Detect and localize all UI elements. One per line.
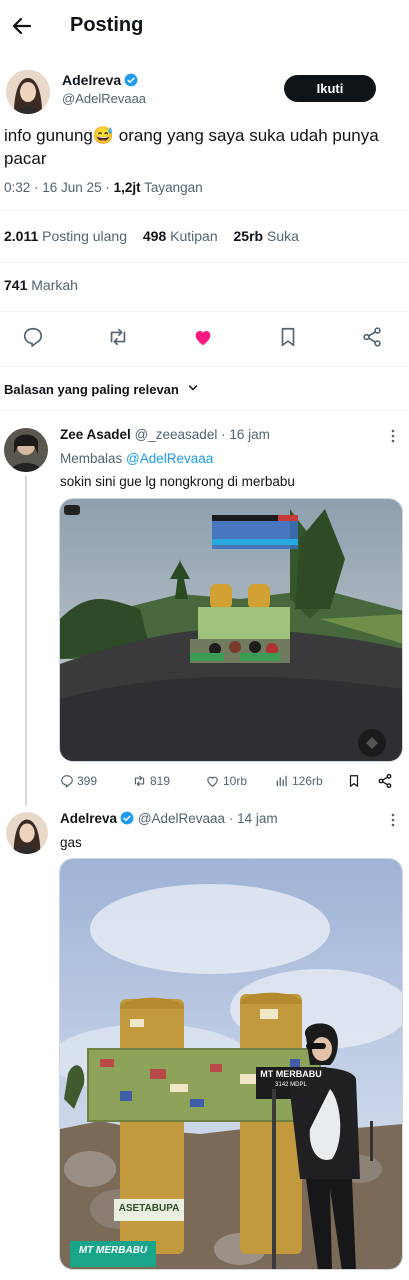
reply1-header: Zee Asadel @_zeeasadel · 16 jam	[60, 427, 270, 442]
divider	[0, 262, 409, 263]
more-options-icon[interactable]	[388, 812, 398, 833]
divider	[0, 366, 409, 367]
reply-icon	[61, 775, 73, 788]
repost-icon	[134, 775, 145, 787]
author-name[interactable]: Adelreva	[62, 72, 121, 88]
author-info: Adelreva @AdelRevaaa	[62, 72, 146, 106]
reply1-repost-action[interactable]: 819	[132, 774, 170, 788]
views-chart-icon	[276, 775, 287, 787]
sweat-emoji-icon: 😅	[92, 126, 115, 145]
reply2-avatar[interactable]	[6, 812, 48, 854]
reply1-views-action[interactable]: 126rb	[275, 774, 323, 788]
reposts-stat[interactable]: 2.011 Posting ulang	[4, 228, 127, 244]
reply1-media-image[interactable]	[59, 498, 403, 762]
reply2-handle[interactable]: @AdelRevaaa	[138, 811, 225, 826]
bottom-sign-label: MT MERBABU	[78, 1245, 148, 1256]
reply2-text: gas	[60, 835, 82, 850]
reply1-time: · 16 jam	[217, 427, 270, 442]
reply1-like-count: 10rb	[223, 774, 248, 788]
reply-sort-label: Balasan yang paling relevan	[4, 382, 179, 397]
reply-sort-dropdown[interactable]: Balasan yang paling relevan	[4, 382, 199, 397]
stone-label: ASETABUPA	[118, 1203, 180, 1214]
sign-label: MT MERBABU 3142 MDPL	[260, 1069, 322, 1088]
author-avatar[interactable]	[6, 70, 50, 114]
reply1-avatar[interactable]	[4, 428, 48, 472]
reply2-header: Adelreva @AdelRevaaa · 14 jam	[60, 811, 278, 826]
quotes-stat[interactable]: 498 Kutipan	[143, 228, 218, 244]
views-label: Tayangan	[140, 180, 203, 195]
page-title: Posting	[70, 14, 144, 36]
reply1-reply-action[interactable]: 399	[60, 774, 97, 788]
post-time[interactable]: 0:32 · 16 Jun 25 ·	[4, 180, 114, 195]
reply1-name[interactable]: Zee Asadel	[60, 427, 131, 442]
reply1-action-bar: 399 819 10rb 126rb	[60, 772, 400, 792]
reply-icon[interactable]	[22, 326, 44, 353]
header: Posting	[0, 0, 409, 54]
reply1-reply-count: 399	[77, 774, 98, 788]
share-icon[interactable]	[377, 773, 393, 794]
reply1-text: sokin sini gue lg nongkrong di merbabu	[60, 474, 295, 489]
reply2-time: · 14 jam	[225, 811, 278, 826]
reply1-replying-to: Membalas @AdelRevaaa	[60, 451, 214, 466]
post-action-bar	[0, 322, 409, 354]
likes-stat[interactable]: 25rb Suka	[234, 228, 299, 244]
heart-icon	[207, 776, 218, 787]
divider	[0, 210, 409, 211]
reply1-handle[interactable]: @_zeeasadel	[135, 427, 218, 442]
divider	[0, 311, 409, 312]
verified-badge-icon	[124, 73, 138, 87]
stats-row: 2.011 Posting ulang 498 Kutipan 25rb Suk…	[4, 228, 299, 244]
bookmark-icon[interactable]	[347, 773, 361, 794]
reply1-thread-line	[25, 476, 27, 806]
reply1-repost-count: 819	[150, 774, 171, 788]
post-meta: 0:32 · 16 Jun 25 · 1,2jt Tayangan	[4, 180, 203, 195]
more-options-icon[interactable]	[388, 428, 398, 449]
post-text: info gunung😅 orang yang saya suka udah p…	[4, 124, 404, 170]
follow-button[interactable]: Ikuti	[284, 75, 376, 102]
post-text-a: info gunung	[4, 126, 93, 145]
reply2-name[interactable]: Adelreva	[60, 811, 117, 826]
divider	[0, 410, 409, 411]
mention-link[interactable]: @AdelRevaaa	[126, 451, 213, 466]
share-icon[interactable]	[361, 326, 383, 353]
verified-badge-icon	[120, 811, 134, 825]
back-arrow-icon[interactable]	[10, 14, 34, 38]
reply1-like-action[interactable]: 10rb	[205, 774, 247, 788]
views-count: 1,2jt	[113, 180, 141, 195]
bookmarks-stat[interactable]: 741 Markah	[4, 277, 78, 293]
reply1-views-count: 126rb	[292, 774, 323, 788]
author-handle[interactable]: @AdelRevaaa	[62, 91, 146, 106]
chevron-down-icon	[187, 382, 199, 397]
reply2-media-image[interactable]: MT MERBABU 3142 MDPL ASETABUPA MT MERBAB…	[59, 858, 403, 1270]
bookmark-icon[interactable]	[277, 326, 299, 353]
repost-icon[interactable]	[106, 326, 130, 353]
like-icon[interactable]	[191, 326, 215, 353]
